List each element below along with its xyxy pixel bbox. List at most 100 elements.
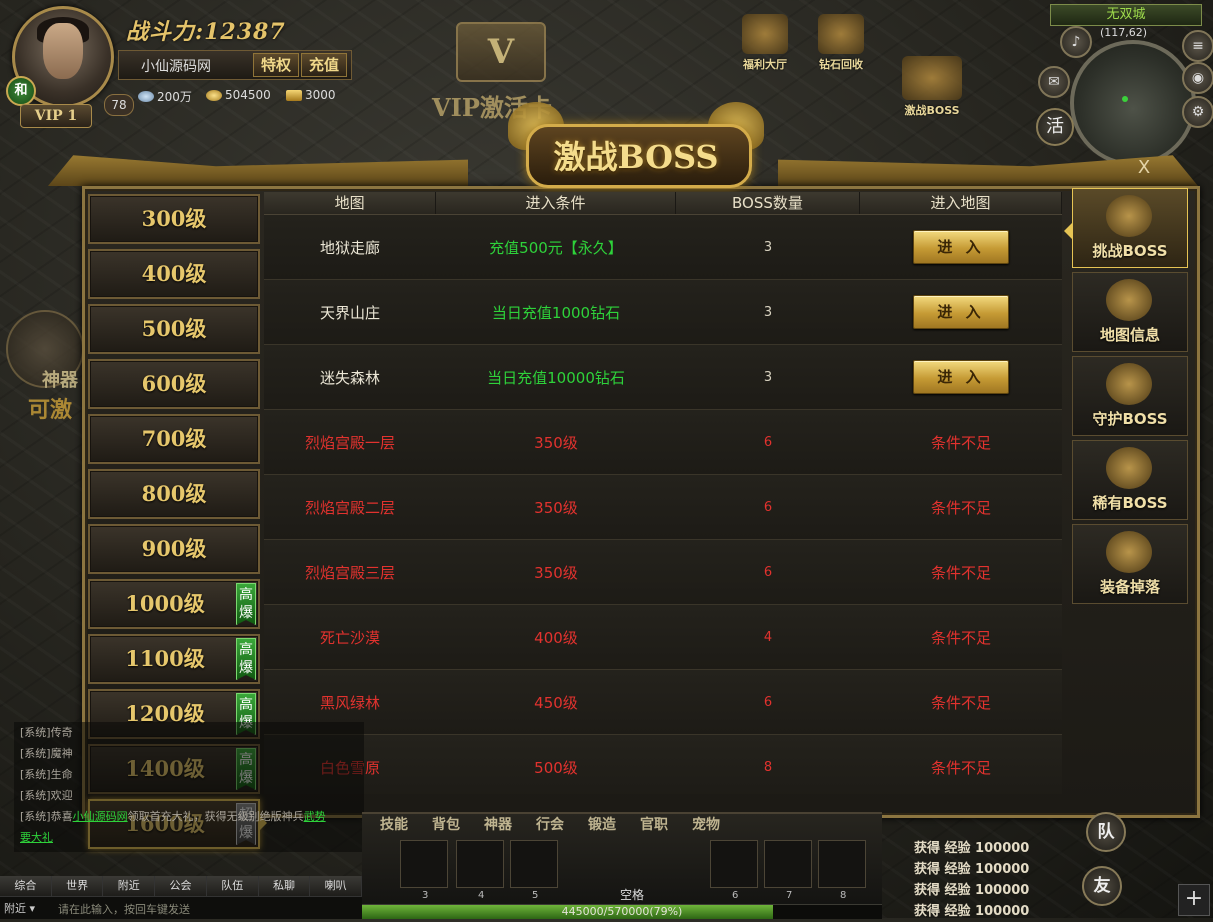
skill-slot[interactable] (818, 840, 866, 888)
level-tab[interactable]: 400级 (88, 249, 260, 299)
boss-count: 4 (763, 629, 773, 645)
right-tab[interactable]: 挑战BOSS (1064, 188, 1188, 268)
recharge-button[interactable]: 充值 (301, 53, 347, 77)
zone-name: 无双城 (1050, 4, 1202, 26)
experience-bar: 445000/570000(79%) (362, 904, 882, 919)
condition-not-met: 条件不足 (930, 563, 991, 582)
enter-map-button[interactable]: 进 入 (913, 360, 1009, 394)
eye-icon[interactable]: ◉ (1182, 62, 1213, 94)
level-tab[interactable]: 700级 (88, 414, 260, 464)
welfare-hall-button[interactable]: 福利大厅 (742, 14, 788, 72)
table-row: 黑风绿林 450级 6 条件不足 (264, 670, 1062, 735)
chat-panel: [系统]传奇 [系统]魔神 [系统]生命 [系统]欢迎 [系统]恭喜小仙源码网领… (14, 722, 364, 852)
level-tab[interactable]: 800级 (88, 469, 260, 519)
diamond-recycle-button[interactable]: 钻石回收 (818, 14, 864, 72)
function-tab[interactable]: 背包 (432, 814, 460, 834)
condition-not-met: 条件不足 (930, 433, 991, 452)
player-level: 78 (104, 94, 134, 116)
friend-button[interactable]: 友 (1082, 866, 1122, 906)
team-button[interactable]: 队 (1086, 812, 1126, 852)
level-tab[interactable]: 300级 (88, 194, 260, 244)
entry-condition: 350级 (534, 498, 578, 517)
chat-prefix: [系统]恭喜 (20, 810, 73, 823)
skill-slot[interactable] (710, 840, 758, 888)
column-header-map: 地图 (264, 192, 437, 214)
right-tab[interactable]: 装备掉落 (1072, 524, 1188, 604)
function-tab[interactable]: 技能 (380, 814, 408, 834)
privilege-button[interactable]: 特权 (253, 53, 299, 77)
close-button[interactable]: X (1134, 158, 1154, 178)
enter-map-button[interactable]: 进 入 (913, 230, 1009, 264)
skill-slot[interactable] (400, 840, 448, 888)
function-tab[interactable]: 锻造 (588, 814, 616, 834)
function-tab[interactable]: 行会 (536, 814, 564, 834)
map-name: 地狱走廊 (319, 238, 380, 257)
right-tab-label: 挑战BOSS (1092, 242, 1168, 260)
dialog-title-plate: 激战BOSS (508, 102, 764, 188)
mail-icon[interactable]: ✉ (1038, 66, 1070, 98)
boss-count: 3 (763, 239, 773, 255)
reward-log: 获得 经验 100000 获得 经验 100000 获得 经验 100000 获得 经… (914, 838, 1029, 922)
level-tab[interactable]: 600级 (88, 359, 260, 409)
chat-input[interactable]: 请在此输入，按回车键发送 (58, 901, 190, 917)
beast-head-icon (1106, 447, 1152, 489)
chat-tab[interactable]: 私聊 (258, 876, 311, 896)
chat-tab[interactable]: 公会 (155, 876, 207, 896)
function-tab[interactable]: 官职 (640, 814, 668, 834)
chat-tail-link[interactable]: 要大礼 (20, 831, 53, 844)
ingot-balance: 3000 (286, 88, 336, 102)
table-row: 烈焰宫殿一层 350级 6 条件不足 (264, 410, 1062, 475)
entry-condition: 当日充值1000钻石 (491, 303, 621, 322)
table-header: 地图 进入条件 BOSS数量 进入地图 (264, 192, 1062, 215)
table-row: 烈焰宫殿二层 350级 6 条件不足 (264, 475, 1062, 540)
entry-condition: 450级 (534, 693, 578, 712)
slot-number: 5 (532, 890, 539, 901)
slot-number: 6 (732, 890, 739, 901)
level-tab-label: 700级 (141, 426, 207, 451)
chat-line: [系统]魔神 (20, 747, 73, 760)
chat-player-link[interactable]: 小仙源码网 (73, 810, 128, 823)
level-tab[interactable]: 900级 (88, 524, 260, 574)
diamond-value: 200万 (157, 90, 192, 104)
skill-slot[interactable] (764, 840, 812, 888)
boss-count: 6 (763, 434, 773, 450)
diamond-recycle-label: 钻石回收 (819, 58, 863, 71)
vip-level-plate[interactable]: VIP 1 (20, 104, 92, 128)
function-tab[interactable]: 宠物 (692, 814, 720, 834)
expand-button[interactable]: + (1178, 884, 1210, 916)
skill-slot[interactable] (456, 840, 504, 888)
boss-monster-icon (902, 56, 962, 100)
level-tab[interactable]: 1000级 高爆 (88, 579, 260, 629)
reward-log-line: 获得 经验 100000 (914, 862, 1030, 877)
menu-icon[interactable]: ≡ (1182, 30, 1213, 62)
skill-slot[interactable] (510, 840, 558, 888)
level-tab[interactable]: 1100级 高爆 (88, 634, 260, 684)
chat-channel-select[interactable]: 附近 ▾ (4, 900, 35, 916)
gold-value: 504500 (225, 88, 271, 102)
chat-tab[interactable]: 综合 (0, 876, 52, 896)
enter-map-button[interactable]: 进 入 (913, 295, 1009, 329)
entry-condition: 500级 (534, 758, 578, 777)
table-row: 迷失森林 当日充值10000钻石 3 进 入 (264, 345, 1062, 410)
map-name: 迷失森林 (319, 368, 380, 387)
right-tab[interactable]: 地图信息 (1072, 272, 1188, 352)
condition-not-met: 条件不足 (930, 758, 991, 777)
chat-tab[interactable]: 喇叭 (310, 876, 363, 896)
boss-emblem-icon (1106, 195, 1152, 237)
boss-count: 6 (763, 694, 773, 710)
boss-battle-button[interactable]: 激战BOSS (902, 56, 962, 118)
sound-icon[interactable]: ♪ (1060, 26, 1092, 58)
right-tab[interactable]: 稀有BOSS (1072, 440, 1188, 520)
right-tab[interactable]: 守护BOSS (1072, 356, 1188, 436)
level-tab[interactable]: 500级 (88, 304, 260, 354)
boss-count: 3 (763, 304, 773, 320)
chat-item-link[interactable]: 武势 (304, 810, 326, 823)
chat-tab[interactable]: 队伍 (206, 876, 259, 896)
player-marker (1122, 96, 1128, 102)
chat-tab[interactable]: 附近 (103, 876, 156, 896)
activity-button[interactable]: 活 (1036, 108, 1074, 146)
function-tab[interactable]: 神器 (484, 814, 512, 834)
gear-icon[interactable]: ⚙ (1182, 96, 1213, 128)
chat-line: [系统]欢迎 (20, 789, 73, 802)
chat-tab[interactable]: 世界 (51, 876, 104, 896)
